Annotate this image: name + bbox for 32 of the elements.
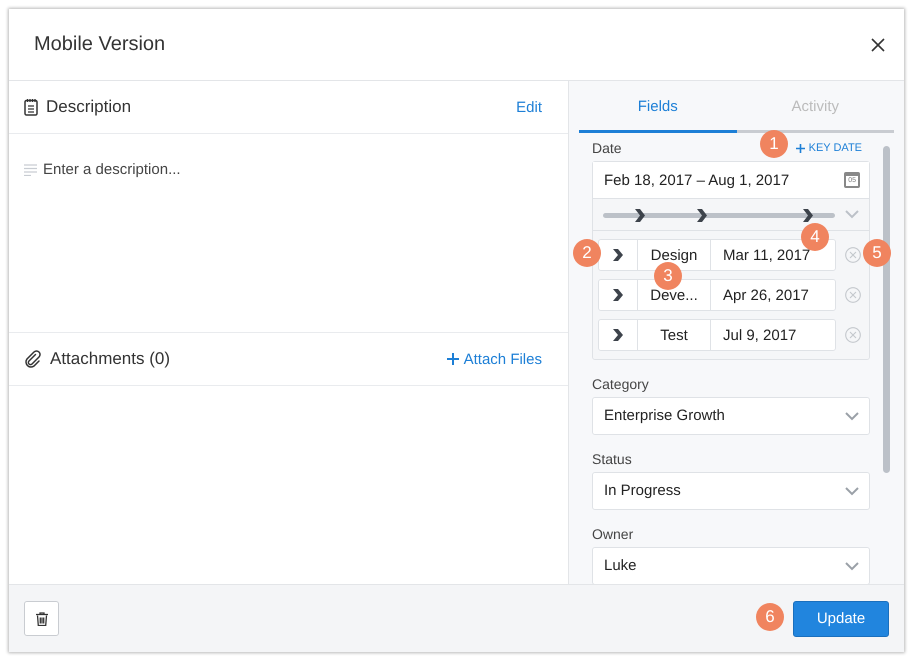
- chevron-down-icon: [845, 562, 859, 570]
- field-label: Owner: [592, 526, 634, 542]
- phase-name-field[interactable]: Test: [638, 320, 711, 350]
- update-button[interactable]: Update: [793, 600, 889, 636]
- select-field[interactable]: Luke: [592, 547, 870, 584]
- trash-icon: [36, 612, 48, 626]
- field-label: Category: [592, 376, 650, 392]
- close-icon[interactable]: [870, 36, 886, 52]
- text-lines-icon: [24, 164, 37, 176]
- select-field[interactable]: Enterprise Growth: [592, 397, 870, 435]
- delete-button[interactable]: [24, 601, 59, 636]
- paperclip-icon: [24, 350, 42, 368]
- dialog-title: Mobile Version: [34, 33, 166, 56]
- scrollbar[interactable]: [883, 146, 890, 473]
- field-label: Date: [592, 140, 622, 156]
- section-title: Description: [46, 97, 132, 117]
- phase-date-field[interactable]: Apr 26, 2017: [711, 280, 835, 310]
- field-label: Status: [592, 451, 633, 467]
- plus-icon: [796, 144, 805, 152]
- select-field[interactable]: In Progress: [592, 472, 870, 510]
- chevron-down-icon: [845, 486, 859, 496]
- add-key-date-link[interactable]: KEY DATE: [796, 142, 862, 154]
- description-placeholder[interactable]: Enter a description...: [43, 161, 181, 178]
- plus-icon: [446, 353, 459, 365]
- phase-date-field[interactable]: Jul 9, 2017: [711, 320, 835, 350]
- chevron-down-icon: [845, 412, 859, 420]
- date-range-value[interactable]: Feb 18, 2017 – Aug 1, 2017: [604, 172, 790, 188]
- edit-link[interactable]: Edit: [516, 98, 542, 116]
- attach-files-link[interactable]: Attach Files: [446, 350, 542, 368]
- tab[interactable]: Fields: [579, 81, 736, 133]
- section-title: Attachments (0): [50, 349, 171, 369]
- clipboard-icon: [24, 98, 38, 116]
